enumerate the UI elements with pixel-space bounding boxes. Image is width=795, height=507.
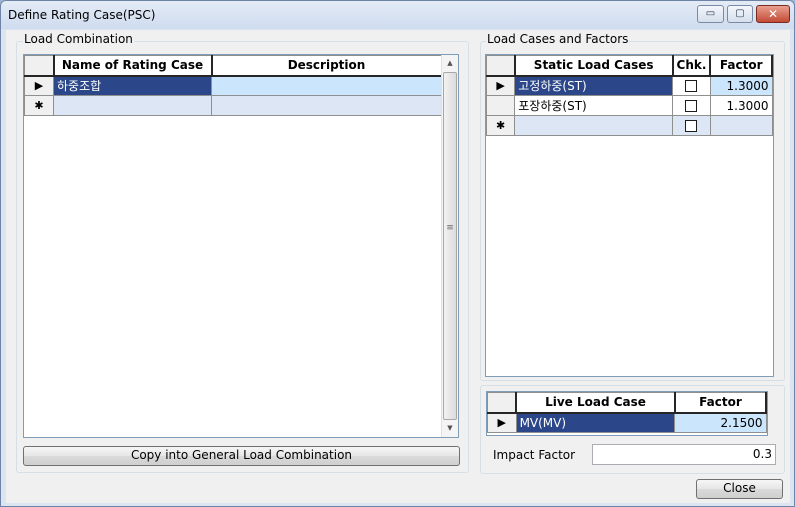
window-controls: ▭ ▢ ✕ xyxy=(697,5,793,24)
scroll-down-icon[interactable]: ▼ xyxy=(442,420,458,437)
static-load-cases-grid[interactable]: Static Load Cases Chk. Factor ▶ 고정하중(ST)… xyxy=(485,54,774,377)
column-header-static-load-cases[interactable]: Static Load Cases xyxy=(514,55,674,77)
copy-into-general-load-combination-button[interactable]: Copy into General Load Combination xyxy=(23,446,460,466)
table-header-row: Static Load Cases Chk. Factor xyxy=(486,55,773,77)
column-header-check[interactable]: Chk. xyxy=(672,55,712,77)
table-row-new[interactable]: ✱ xyxy=(486,115,773,136)
live-load-case-name-cell[interactable]: MV(MV) xyxy=(515,412,676,433)
column-header-description[interactable]: Description xyxy=(211,55,443,77)
current-row-icon[interactable]: ▶ xyxy=(487,412,517,433)
load-combination-label: Load Combination xyxy=(23,32,134,46)
new-load-case-name-cell[interactable] xyxy=(514,115,674,136)
close-window-button[interactable]: ✕ xyxy=(756,5,790,23)
rating-case-name-cell[interactable]: 하중조합 xyxy=(53,75,212,96)
table-header-row: Name of Rating Case Description xyxy=(24,55,443,77)
table-row[interactable]: ▶ MV(MV) 2.1500 xyxy=(487,412,767,433)
column-header-live-load-case[interactable]: Live Load Case xyxy=(515,392,676,414)
vertical-scrollbar[interactable]: ▲ ≡ ▼ xyxy=(441,55,458,437)
dialog-client-area: Load Combination Name of Rating Case Des… xyxy=(6,30,790,503)
live-load-grid[interactable]: Live Load Case Factor ▶ MV(MV) 2.1500 xyxy=(486,391,768,436)
new-row-icon[interactable]: ✱ xyxy=(486,115,516,136)
minimize-button[interactable]: ▭ xyxy=(697,5,724,23)
header-corner xyxy=(487,392,518,414)
load-case-name-cell[interactable]: 포장하중(ST) xyxy=(514,95,674,116)
table-row-new[interactable]: ✱ xyxy=(24,95,442,116)
current-row-icon[interactable]: ▶ xyxy=(486,75,516,96)
new-rating-case-description-cell[interactable] xyxy=(211,95,442,116)
scroll-up-icon[interactable]: ▲ xyxy=(442,55,458,72)
column-header-live-factor[interactable]: Factor xyxy=(674,392,767,414)
impact-factor-input[interactable]: 0.3 xyxy=(592,444,776,465)
load-case-check-cell[interactable] xyxy=(672,95,711,116)
static-load-cases-table: Static Load Cases Chk. Factor ▶ 고정하중(ST)… xyxy=(486,55,773,136)
impact-factor-label: Impact Factor xyxy=(493,448,576,462)
load-case-factor-cell[interactable]: 1.3000 xyxy=(709,75,773,96)
table-row[interactable]: 포장하중(ST) 1.3000 xyxy=(486,95,773,116)
scroll-thumb-grip-icon[interactable]: ≡ xyxy=(443,72,457,420)
load-combination-grid[interactable]: Name of Rating Case Description ▶ 하중조합 ✱… xyxy=(23,54,459,438)
header-corner xyxy=(486,55,516,77)
row-header-cell[interactable] xyxy=(486,95,516,116)
column-header-factor[interactable]: Factor xyxy=(709,55,773,77)
table-row[interactable]: ▶ 하중조합 xyxy=(24,75,442,96)
load-case-checkbox[interactable] xyxy=(685,100,698,112)
maximize-button[interactable]: ▢ xyxy=(727,5,753,23)
header-corner xyxy=(24,55,55,77)
table-header-row: Live Load Case Factor xyxy=(487,392,767,414)
load-case-factor-cell[interactable]: 1.3000 xyxy=(709,95,773,116)
load-case-check-cell[interactable] xyxy=(672,75,711,96)
new-load-case-factor-cell[interactable] xyxy=(709,115,773,136)
load-case-checkbox[interactable] xyxy=(685,120,698,132)
load-case-name-cell[interactable]: 고정하중(ST) xyxy=(514,75,674,96)
table-row[interactable]: ▶ 고정하중(ST) 1.3000 xyxy=(486,75,773,96)
dialog-window: Define Rating Case(PSC) ▭ ▢ ✕ Load Combi… xyxy=(0,0,795,507)
new-row-icon[interactable]: ✱ xyxy=(24,95,54,116)
title-bar[interactable]: Define Rating Case(PSC) ▭ ▢ ✕ xyxy=(1,1,794,29)
load-case-checkbox[interactable] xyxy=(685,80,698,93)
live-load-factor-cell[interactable]: 2.1500 xyxy=(674,412,767,433)
load-combination-table: Name of Rating Case Description ▶ 하중조합 ✱ xyxy=(24,55,443,116)
new-rating-case-name-cell[interactable] xyxy=(53,95,212,116)
new-load-case-check-cell[interactable] xyxy=(672,115,711,136)
window-title: Define Rating Case(PSC) xyxy=(8,8,156,22)
rating-case-description-cell[interactable] xyxy=(211,75,442,96)
close-button[interactable]: Close xyxy=(696,479,783,499)
current-row-icon[interactable]: ▶ xyxy=(24,75,54,96)
column-header-name[interactable]: Name of Rating Case xyxy=(53,55,213,77)
live-load-table: Live Load Case Factor ▶ MV(MV) 2.1500 xyxy=(487,392,767,433)
load-cases-label: Load Cases and Factors xyxy=(486,32,630,46)
